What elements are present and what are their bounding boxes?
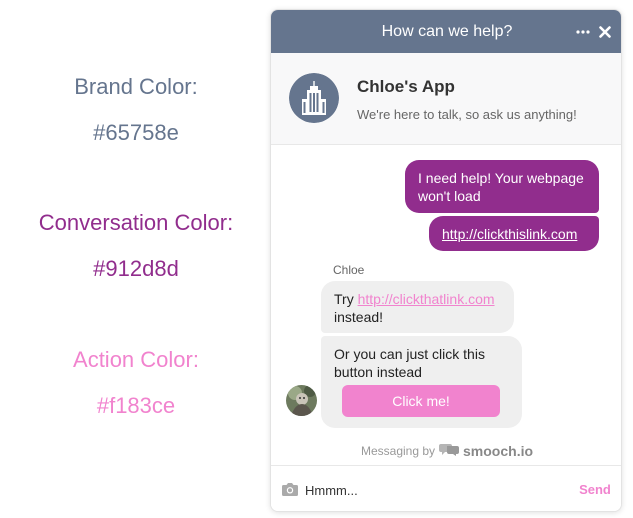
conversation: I need help! Your webpage won't load htt… bbox=[271, 145, 621, 465]
header-title: How can we help? bbox=[381, 23, 513, 40]
avatar bbox=[286, 385, 317, 416]
camera-icon[interactable] bbox=[282, 482, 298, 496]
chat-widget: How can we help? Chloe's App We're here … bbox=[270, 9, 622, 512]
branding-prefix: Messaging by bbox=[360, 443, 436, 458]
brand-color-value: #65758e bbox=[93, 120, 179, 145]
send-button[interactable]: Send bbox=[573, 466, 617, 511]
app-message-prefix: Try bbox=[334, 291, 358, 307]
app-link[interactable]: http://clickthatlink.com bbox=[358, 291, 495, 307]
user-message-text: I need help! Your webpage won't load bbox=[418, 170, 584, 204]
smooch-logo-icon bbox=[439, 442, 460, 459]
page: Brand Color: #65758e Conversation Color:… bbox=[0, 0, 633, 518]
user-link[interactable]: http://clickthislink.com bbox=[442, 226, 577, 242]
conversation-color-label: Conversation Color: bbox=[38, 210, 234, 235]
more-icon[interactable] bbox=[575, 10, 591, 53]
branding: Messaging by smooch.io bbox=[271, 442, 621, 459]
app-message: Try http://clickthatlink.com instead! bbox=[321, 281, 514, 333]
composer: Send bbox=[271, 465, 621, 511]
user-message: I need help! Your webpage won't load bbox=[405, 160, 599, 213]
app-message-text: Or you can just click this button instea… bbox=[334, 346, 485, 380]
click-me-button[interactable]: Click me! bbox=[342, 385, 500, 417]
widget-header[interactable]: How can we help? bbox=[271, 10, 621, 53]
app-description: We're here to talk, so ask us anything! bbox=[357, 107, 577, 122]
author-name: Chloe bbox=[333, 263, 365, 277]
close-icon[interactable] bbox=[596, 10, 614, 53]
message-input[interactable] bbox=[305, 477, 565, 503]
color-legend: Brand Color: #65758e Conversation Color:… bbox=[0, 0, 272, 518]
app-message-suffix: instead! bbox=[334, 309, 384, 325]
brand-color-label: Brand Color: bbox=[74, 74, 198, 99]
action-color-label: Action Color: bbox=[73, 347, 199, 372]
building-icon bbox=[289, 73, 339, 123]
branding-name[interactable]: smooch.io bbox=[463, 443, 533, 459]
app-intro: Chloe's App We're here to talk, so ask u… bbox=[271, 53, 621, 145]
conversation-color-value: #912d8d bbox=[93, 256, 179, 281]
app-message-with-button: Or you can just click this button instea… bbox=[321, 336, 522, 428]
action-color-value: #f183ce bbox=[96, 393, 176, 418]
user-message-link: http://clickthislink.com bbox=[429, 216, 599, 251]
app-name: Chloe's App bbox=[357, 77, 455, 96]
